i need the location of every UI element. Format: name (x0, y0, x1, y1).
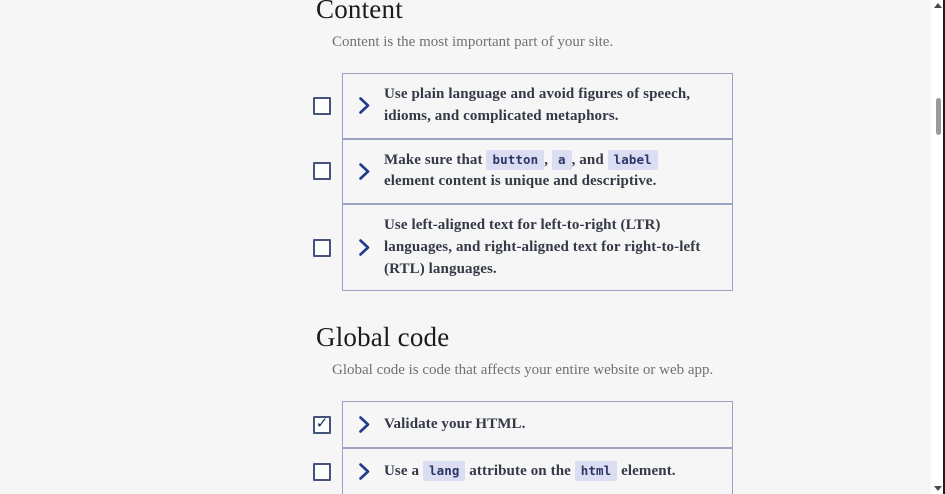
item-card[interactable]: Use a lang attribute on the html element… (342, 448, 733, 494)
item-checkbox[interactable] (313, 162, 331, 181)
chevron-right-icon[interactable] (359, 239, 370, 256)
scroll-up-arrow-icon[interactable] (934, 3, 942, 8)
item-text: Use a lang attribute on the html element… (384, 460, 676, 481)
checklist-items: ✓ Validate your HTML. Use a lang attribute… (313, 401, 733, 494)
checklist-items: Use plain language and avoid figures of … (313, 73, 733, 292)
item-card[interactable]: Make sure that button, a, and label elem… (342, 138, 733, 204)
item-text: Use left-aligned text for left-to-right … (384, 217, 701, 277)
checklist-section-1: Global code Global code is code that affe… (313, 322, 733, 494)
item-card[interactable]: Validate your HTML. (342, 401, 733, 449)
checklist-section-0: Content Content is the most important par… (313, 0, 733, 292)
section-description: Content is the most important part of yo… (332, 34, 614, 50)
chevron-right-icon[interactable] (359, 463, 370, 481)
inline-code: a (551, 149, 572, 170)
scroll-down-arrow-icon[interactable] (934, 486, 942, 491)
inline-code: button (486, 149, 545, 170)
item-text: Use plain language and avoid figures of … (384, 86, 691, 124)
section-description: Global code is code that affects your en… (332, 362, 714, 379)
section-title: Content (316, 0, 403, 24)
item-checkbox[interactable] (313, 96, 331, 115)
chevron-right-icon[interactable] (359, 162, 370, 180)
chevron-right-icon[interactable] (359, 416, 370, 434)
checklist-main: Content Content is the most important par… (313, 0, 733, 494)
item-card[interactable]: Use plain language and avoid figures of … (342, 73, 733, 139)
vertical-scrollbar[interactable] (931, 0, 945, 494)
checklist-row: ✓ Validate your HTML. (313, 401, 733, 449)
checklist-row: Make sure that button, a, and label elem… (313, 138, 733, 204)
item-text: Make sure that button, a, and label elem… (384, 149, 658, 190)
checklist-row: Use plain language and avoid figures of … (313, 73, 733, 139)
inline-code: lang (422, 460, 466, 481)
scrollbar-thumb[interactable] (936, 98, 941, 135)
item-checkbox[interactable] (313, 462, 331, 481)
item-text: Validate your HTML. (384, 415, 526, 432)
section-title: Global code (316, 322, 450, 353)
checklist-row: Use left-aligned text for left-to-right … (313, 204, 733, 292)
item-card[interactable]: Use left-aligned text for left-to-right … (342, 204, 733, 292)
chevron-right-icon[interactable] (359, 97, 370, 115)
checklist-row: Use a lang attribute on the html element… (313, 448, 733, 494)
item-checkbox[interactable]: ✓ (313, 414, 331, 434)
item-checkbox[interactable] (313, 238, 331, 257)
inline-code: label (607, 149, 658, 170)
checkmark-icon: ✓ (315, 414, 329, 433)
inline-code: html (574, 460, 618, 481)
